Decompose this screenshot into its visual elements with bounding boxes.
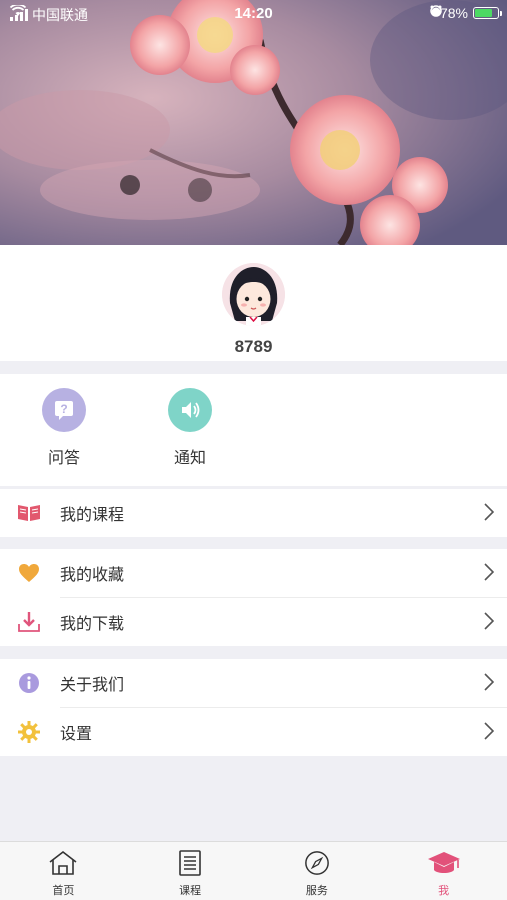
chevron-right-icon [484, 722, 495, 744]
question-icon: ? [42, 388, 86, 432]
profile-section: 8789 [0, 245, 507, 361]
heart-icon [17, 561, 41, 585]
menu-item-downloads[interactable]: 我的下载 [0, 598, 507, 646]
compass-icon [303, 850, 331, 880]
tab-home[interactable]: 首页 [0, 842, 127, 900]
qa-button-questions[interactable]: ? 问答 [24, 388, 104, 468]
menu-label-favorites: 我的收藏 [60, 565, 125, 584]
tab-me[interactable]: 我 [380, 842, 507, 900]
menu-group-courses: 我的课程 [0, 489, 507, 537]
menu-label-about: 关于我们 [60, 675, 125, 694]
tab-courses[interactable]: 课程 [127, 842, 254, 900]
book-icon [17, 501, 41, 525]
battery-percent: 78% [439, 5, 468, 21]
menu-item-settings[interactable]: 设置 [0, 708, 507, 756]
blossom-illustration [0, 0, 507, 245]
menu-group-content: 我的收藏 我的下载 [0, 549, 507, 646]
menu-item-favorites[interactable]: 我的收藏 [0, 549, 507, 597]
chevron-right-icon [484, 673, 495, 695]
battery-icon [473, 7, 502, 19]
header-banner-image: 中国联通 14:20 78% [0, 0, 507, 245]
status-bar: 中国联通 14:20 78% [0, 0, 507, 28]
tab-bar: 首页 课程 服务 我 [0, 841, 507, 900]
home-icon [48, 850, 78, 880]
menu-label-downloads: 我的下载 [60, 614, 125, 633]
avatar-illustration [222, 263, 285, 326]
tab-label-services: 服务 [305, 884, 328, 897]
svg-text:?: ? [60, 402, 67, 416]
chevron-right-icon [484, 563, 495, 585]
info-icon [17, 671, 41, 695]
avatar[interactable] [222, 263, 285, 326]
qa-label-questions: 问答 [47, 448, 80, 467]
quick-actions: ? 问答 通知 [0, 374, 507, 486]
menu-label-settings: 设置 [60, 724, 93, 743]
qa-label-notifications: 通知 [173, 448, 206, 467]
menu-label-courses: 我的课程 [60, 505, 125, 524]
chevron-right-icon [484, 503, 495, 525]
menu-item-courses[interactable]: 我的课程 [0, 489, 507, 537]
tab-label-courses: 课程 [179, 884, 202, 897]
username: 8789 [234, 337, 273, 356]
tab-label-me: 我 [438, 884, 450, 897]
download-icon [17, 610, 41, 634]
menu-item-about[interactable]: 关于我们 [0, 659, 507, 707]
status-right: 78% [430, 5, 502, 21]
speaker-icon [168, 388, 212, 432]
tab-label-home: 首页 [52, 884, 75, 897]
list-icon [177, 850, 203, 880]
chevron-right-icon [484, 612, 495, 634]
qa-button-notifications[interactable]: 通知 [150, 388, 230, 468]
gear-icon [17, 720, 41, 744]
menu-group-app: 关于我们 设置 [0, 659, 507, 756]
tab-services[interactable]: 服务 [254, 842, 381, 900]
graduation-cap-icon [427, 850, 461, 880]
